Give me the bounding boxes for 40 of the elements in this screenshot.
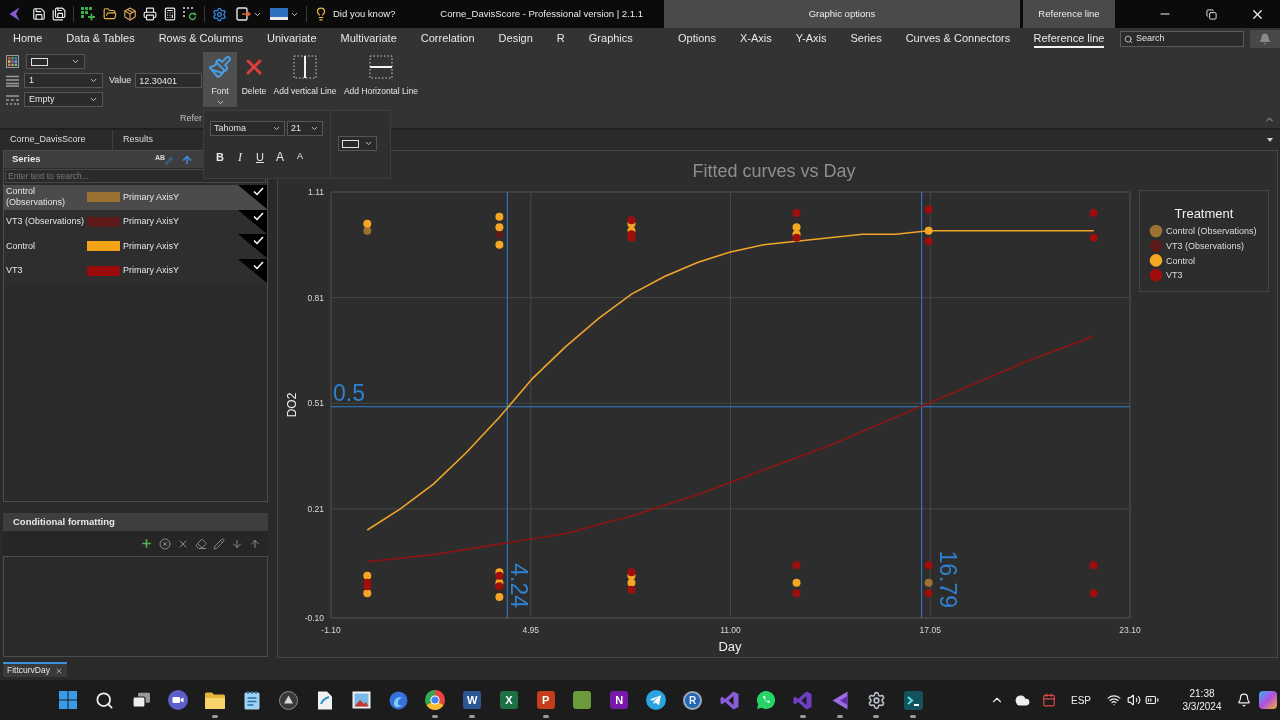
x-tick-label: 23.10 (1119, 625, 1141, 635)
axis-label: Primary AxisY (123, 239, 179, 253)
y-tick-label: 0.21 (307, 503, 324, 514)
panel-title: Series (12, 152, 41, 167)
series-name: Control (6, 240, 36, 252)
axis-label: Primary AxisY (123, 264, 179, 277)
x-axis-label: Day (718, 639, 742, 654)
legend-title: Treatment (1174, 206, 1234, 221)
clock-date: 3/3/2024 (1182, 700, 1222, 713)
context-group-header: Graphic options (664, 0, 1020, 28)
language-indicator: ESP (1071, 693, 1091, 708)
y-tick-label: 0.51 (307, 398, 324, 409)
axis-label: Primary AxisY (123, 215, 179, 228)
x-tick-label: 11.00 (720, 625, 741, 635)
reference-line-label: 0.5 (333, 379, 365, 406)
series-name: VT3 (6, 265, 24, 277)
legend-label: Control (1166, 255, 1195, 266)
y-tick-label: 0.81 (307, 292, 324, 303)
series-name: VT3 (Observations) (6, 216, 86, 228)
sheet-tab-label: FittcurvDay (7, 664, 50, 677)
group-label: Refer (180, 112, 202, 126)
y-tick-label: -0.10 (304, 613, 324, 623)
y-axis-label: DO2 (285, 392, 299, 418)
y-tick-label: 1.11 (308, 187, 324, 197)
chart-title: Fitted curves vs Day (692, 161, 856, 181)
clock-time: 21:38 (1189, 687, 1215, 700)
series-name: Control (Observations) (6, 186, 67, 209)
panel-title: Conditional formatting (13, 514, 115, 529)
context-group-header: Reference line (1023, 0, 1115, 28)
legend-label: VT3 (Observations) (1166, 240, 1245, 251)
x-tick-label: 17.05 (919, 625, 941, 635)
reference-line-label: 16.79 (934, 550, 961, 608)
axis-label: Primary AxisY (123, 190, 179, 204)
window-title: Corne_DavisScore - Professional version | 2.1.1 (440, 6, 643, 21)
x-tick-label: 4.95 (522, 625, 539, 635)
value-label: Value (109, 73, 132, 87)
legend-label: VT3 (1166, 270, 1183, 281)
reference-line-label: 4.24 (506, 563, 533, 608)
legend-label: Control (Observations) (1166, 226, 1257, 237)
x-tick-label: -1.10 (321, 625, 341, 635)
